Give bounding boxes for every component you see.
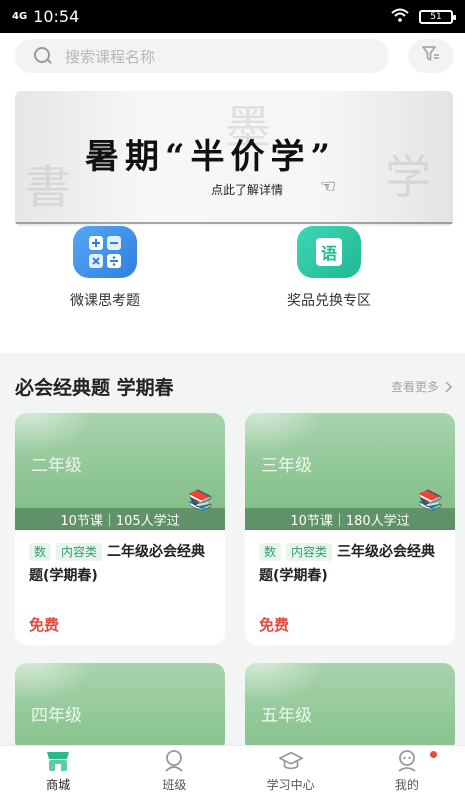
filter-icon — [422, 46, 440, 66]
course-grade: 四年级 — [31, 706, 82, 726]
course-meta: 10节课｜180人学过 — [245, 508, 455, 530]
course-title: 数内容类 二年级必会经典题(学期春) — [29, 543, 206, 584]
course-cover: 四年级 — [15, 663, 225, 753]
tab-profile[interactable]: 我的 — [349, 746, 465, 795]
course-cover: 三年级 📚 10节课｜180人学过 — [245, 413, 455, 530]
notification-dot — [430, 751, 437, 758]
course-grade: 三年级 — [261, 456, 312, 476]
tab-class[interactable]: 班级 — [116, 746, 232, 795]
see-more-link[interactable]: 查看更多 — [391, 378, 453, 395]
shortcut-micro-lesson[interactable]: 微课思考题 — [70, 226, 140, 310]
course-cover: 五年级 — [245, 663, 455, 753]
section-title: 必会经典题 学期春 — [15, 377, 174, 399]
tab-label: 商城 — [46, 777, 71, 792]
subject-tag: 数 — [259, 543, 282, 561]
course-grade: 五年级 — [261, 706, 312, 726]
course-card[interactable]: 三年级 📚 10节课｜180人学过 数内容类 三年级必会经典题(学期春) 免费 — [245, 413, 455, 645]
search-placeholder: 搜索课程名称 — [65, 47, 156, 66]
course-card[interactable]: 四年级 — [15, 663, 225, 753]
filter-button[interactable] — [408, 39, 454, 73]
signal-icon: 4G — [12, 10, 28, 22]
class-icon — [161, 749, 187, 773]
battery-icon: 51 — [419, 9, 456, 24]
chevron-right-icon — [445, 380, 453, 393]
status-bar: 4G 10:54 51 — [0, 0, 465, 33]
chinese-yu-icon: 语 — [297, 226, 361, 278]
promo-banner[interactable]: 書 墨 学 暑期“半价学” 点此了解详情 ☜ — [15, 91, 453, 226]
tab-learning-center[interactable]: 学习中心 — [233, 746, 349, 795]
course-grade: 二年级 — [31, 456, 82, 476]
pointing-hand-icon: ☜ — [320, 176, 337, 197]
course-price: 免费 — [259, 616, 290, 634]
shortcut-label: 微课思考题 — [70, 293, 140, 309]
calligraphy-decoration: 書 — [25, 160, 71, 214]
banner-title: 暑期“半价学” — [85, 137, 337, 177]
status-time: 10:54 — [33, 7, 80, 26]
graduation-cap-icon — [278, 749, 304, 773]
course-card[interactable]: 二年级 📚 10节课｜105人学过 数内容类 二年级必会经典题(学期春) 免费 — [15, 413, 225, 645]
course-cover: 二年级 📚 10节课｜105人学过 — [15, 413, 225, 530]
banner-subtitle: 点此了解详情 — [211, 183, 284, 197]
shortcut-prize-exchange[interactable]: 语 奖品兑换专区 — [287, 226, 371, 310]
course-card[interactable]: 五年级 — [245, 663, 455, 753]
store-icon — [45, 749, 71, 773]
calligraphy-decoration: 学 — [385, 150, 431, 204]
tab-label: 我的 — [394, 777, 419, 792]
course-meta: 10节课｜105人学过 — [15, 508, 225, 530]
banner-divider — [15, 222, 453, 224]
search-icon — [33, 46, 53, 66]
wifi-icon — [391, 7, 409, 26]
profile-icon — [394, 749, 420, 773]
shortcut-label: 奖品兑换专区 — [287, 293, 371, 309]
tab-store[interactable]: 商城 — [0, 746, 116, 795]
search-input[interactable]: 搜索课程名称 — [15, 39, 389, 73]
section-header: 必会经典题 学期春 查看更多 — [15, 373, 453, 400]
tab-label: 班级 — [162, 777, 187, 792]
course-price: 免费 — [29, 616, 60, 634]
course-title: 数内容类 三年级必会经典题(学期春) — [259, 543, 436, 584]
math-symbols-icon — [73, 226, 137, 278]
top-section: 搜索课程名称 書 墨 学 暑期“半价学” 点此了解详情 ☜ 微课思考题 语 奖品… — [0, 33, 465, 353]
bottom-tab-bar: 商城 班级 学习中心 我的 — [0, 745, 465, 795]
tab-label: 学习中心 — [266, 777, 315, 792]
subject-tag: 数 — [29, 543, 52, 561]
type-tag: 内容类 — [56, 543, 103, 561]
type-tag: 内容类 — [286, 543, 333, 561]
